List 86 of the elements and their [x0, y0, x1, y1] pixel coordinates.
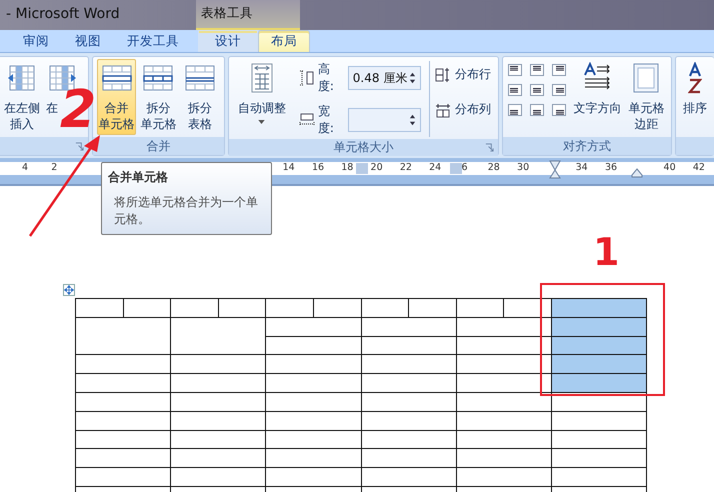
distribute-columns-button[interactable]: 分布列 — [432, 98, 494, 121]
ruler-number: 22 — [400, 162, 412, 173]
table-cell — [504, 299, 551, 317]
ribbon-tab[interactable]: 设计 — [198, 30, 258, 52]
ruler-number: 18 — [341, 162, 354, 173]
text-direction-button[interactable]: 文字方向 — [571, 59, 624, 119]
tooltip-text: 将所选单元格合并为一个单元格。 — [113, 194, 259, 228]
align-button[interactable] — [529, 103, 545, 117]
table-cell — [362, 299, 408, 317]
width-field[interactable] — [348, 108, 421, 132]
ribbon-tab[interactable]: 审阅 — [10, 30, 62, 52]
spinner-icon — [409, 113, 416, 127]
align-button[interactable] — [551, 63, 567, 77]
dialog-launcher-icon[interactable] — [74, 142, 84, 150]
column-marker[interactable] — [450, 163, 462, 174]
align-button[interactable] — [507, 103, 523, 117]
ruler-number: 40 — [664, 162, 676, 173]
row-height-icon — [298, 70, 315, 86]
align-icon — [508, 64, 522, 76]
table-command-button[interactable]: 合并 单元格 — [96, 59, 136, 135]
height-field[interactable]: 0.48 厘米 — [348, 66, 421, 90]
align-icon — [552, 104, 566, 116]
ribbon-tab[interactable]: 布局 — [258, 30, 310, 52]
annotation-number: 1 — [593, 232, 620, 272]
align-icon — [530, 84, 544, 96]
ruler-number: 2 — [51, 162, 58, 173]
align-button[interactable] — [551, 83, 567, 97]
ruler-number: 34 — [576, 162, 588, 173]
insert-column-button[interactable]: 在左侧 插入 — [1, 59, 43, 135]
align-button[interactable] — [551, 103, 567, 117]
column-width-icon — [298, 112, 315, 128]
align-button[interactable] — [507, 63, 523, 77]
align-icon — [552, 64, 566, 76]
ruler-number: 6 — [461, 162, 468, 173]
sort-button[interactable]: 排序 — [680, 59, 710, 119]
table-command-button[interactable]: 拆分 表格 — [180, 59, 220, 135]
group-label: 对齐方式 — [563, 138, 611, 154]
context-tab-group: 表格工具 — [196, 0, 300, 30]
table-command-button[interactable]: 拆分 单元格 — [138, 59, 178, 135]
field-label: 宽度: — [318, 103, 335, 137]
align-icon — [530, 104, 544, 116]
table-cell — [456, 299, 504, 317]
ruler-number: 24 — [429, 162, 442, 173]
annotation-number: 2 — [60, 84, 96, 136]
table-cell — [218, 299, 266, 317]
ruler-number: 16 — [312, 162, 324, 173]
ruler-number: 30 — [517, 162, 530, 173]
table-cell — [409, 299, 456, 317]
autofit-button[interactable]: 自动调整 — [232, 59, 291, 127]
field-label: 高度: — [318, 61, 335, 95]
table-cell — [314, 299, 361, 317]
ruler-number: 36 — [604, 162, 618, 173]
ribbon-tab[interactable]: 开发工具 — [114, 30, 192, 52]
align-icon — [508, 104, 522, 116]
group-label-bar — [676, 137, 714, 155]
spinner-icon — [409, 71, 416, 85]
group-label: 单元格大小 — [333, 139, 394, 156]
caret-icon — [258, 120, 266, 124]
sort-icon — [688, 62, 702, 94]
align-icon — [552, 84, 566, 96]
ruler-number: 20 — [370, 162, 383, 173]
distribute-columns-icon — [435, 102, 451, 118]
dialog-launcher-icon[interactable] — [485, 143, 494, 152]
table-move-handle-icon[interactable] — [63, 284, 75, 296]
table-cell — [76, 299, 123, 317]
distribute-rows-icon — [435, 66, 451, 82]
ruler-number: 14 — [282, 162, 295, 173]
ribbon-tab[interactable]: 视图 — [62, 30, 114, 52]
ruler-number: 4 — [22, 162, 28, 173]
table-cell — [171, 299, 218, 317]
ruler-number: 42 — [692, 162, 705, 173]
indent-marker[interactable] — [631, 168, 643, 178]
align-icon — [508, 84, 522, 96]
align-button[interactable] — [529, 63, 545, 77]
align-button[interactable] — [507, 83, 523, 97]
column-marker[interactable] — [356, 163, 368, 174]
cell-margins-button[interactable]: 单元格 边距 — [626, 59, 667, 135]
align-button[interactable] — [529, 83, 545, 97]
table-cell — [124, 299, 170, 317]
table-cell — [266, 299, 313, 317]
ruler-number: 28 — [488, 162, 500, 173]
distribute-rows-button[interactable]: 分布行 — [432, 63, 494, 86]
align-icon — [530, 64, 544, 76]
window-title: - Microsoft Word — [5, 6, 121, 24]
tooltip-title: 合并单元格 — [108, 169, 169, 186]
group-label: 合并 — [146, 138, 170, 154]
